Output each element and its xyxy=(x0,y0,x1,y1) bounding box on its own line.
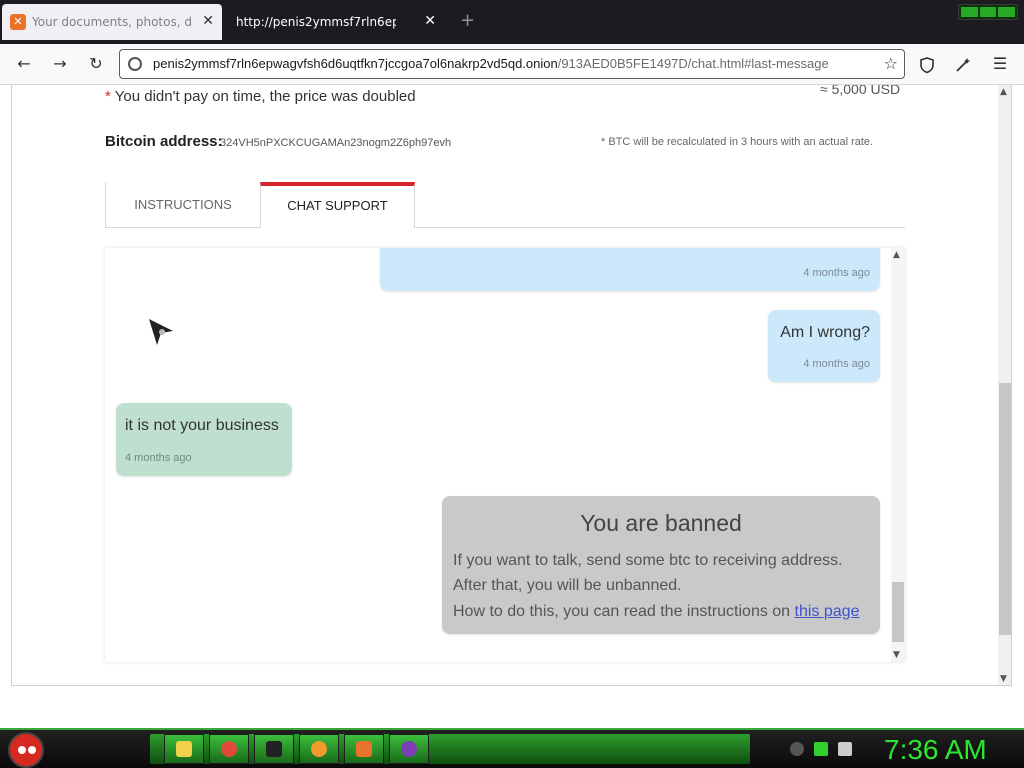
bookmark-star-icon[interactable]: ☆ xyxy=(884,54,898,73)
browser-tabstrip: ✕ Your documents, photos, databases ✕ ht… xyxy=(0,0,1024,44)
banned-notice: You are banned If you want to talk, send… xyxy=(442,496,880,634)
browser-navbar: ← → ↻ penis2ymmsf7rln6epwagvfsh6d6uqtfkn… xyxy=(0,44,1024,85)
bitcoin-address-label: Bitcoin address: xyxy=(105,133,223,150)
system-tray xyxy=(790,742,852,756)
mouse-cursor-icon xyxy=(149,319,173,345)
browser-tab-title: http://penis2ymmsf7rln6epwagvfsh6d6uqtfk… xyxy=(236,15,396,29)
scroll-thumb[interactable] xyxy=(999,383,1011,635)
scroll-down-icon[interactable]: ▼ xyxy=(1000,674,1007,684)
shield-icon[interactable] xyxy=(918,56,936,74)
window-controls[interactable] xyxy=(958,4,1018,20)
xampp-icon[interactable] xyxy=(344,734,384,764)
network-icon[interactable] xyxy=(814,742,828,756)
address-bar[interactable]: penis2ymmsf7rln6epwagvfsh6d6uqtfkn7jccgo… xyxy=(119,49,905,79)
scroll-up-icon[interactable]: ▲ xyxy=(1000,87,1007,97)
chat-scrollbar[interactable]: ▲ ▼ xyxy=(891,248,905,662)
btc-recalc-note: * BTC will be recalculated in 3 hours wi… xyxy=(601,136,874,148)
menu-icon[interactable]: ☰ xyxy=(989,53,1011,75)
bitcoin-address-value[interactable]: 324VH5nPXCKCUGAMAn23nogm2Z6ph97evh xyxy=(220,137,451,149)
banned-line: If you want to talk, send some btc to re… xyxy=(453,552,843,569)
chat-window: 4 months ago Am I wrong? 4 months ago it… xyxy=(105,248,905,662)
chrome-icon[interactable] xyxy=(209,734,249,764)
scroll-up-icon[interactable]: ▲ xyxy=(893,250,900,260)
payment-warning: * You didn't pay on time, the price was … xyxy=(105,88,416,105)
forward-icon[interactable]: → xyxy=(49,53,71,75)
close-icon[interactable]: ✕ xyxy=(202,14,214,28)
message-time: 4 months ago xyxy=(803,358,870,370)
browser-tab-title: Your documents, photos, databases xyxy=(32,15,192,29)
tab-chat-support[interactable]: CHAT SUPPORT xyxy=(260,182,415,228)
message-time: 4 months ago xyxy=(125,452,192,464)
close-icon[interactable]: ✕ xyxy=(424,14,436,28)
browser-tab-documents[interactable]: ✕ Your documents, photos, databases ✕ xyxy=(2,4,222,40)
chat-message-user: Am I wrong? 4 months ago xyxy=(768,310,880,382)
url-text[interactable]: penis2ymmsf7rln6epwagvfsh6d6uqtfkn7jccgo… xyxy=(153,56,873,71)
taskbar: 7:36 AM xyxy=(0,728,1024,768)
file-explorer-icon[interactable] xyxy=(164,734,204,764)
browser-tab-chat[interactable]: http://penis2ymmsf7rln6epwagvfsh6d6uqtfk… xyxy=(224,4,444,40)
tor-browser-icon[interactable] xyxy=(389,734,429,764)
scroll-thumb[interactable] xyxy=(892,582,904,642)
page-content: * You didn't pay on time, the price was … xyxy=(11,85,1012,686)
page-tabs: INSTRUCTIONS CHAT SUPPORT xyxy=(105,182,905,228)
onion-icon[interactable] xyxy=(128,57,142,71)
reload-icon[interactable]: ↻ xyxy=(85,53,107,75)
banned-line: How to do this, you can read the instruc… xyxy=(453,603,860,620)
new-tab-icon[interactable]: + xyxy=(460,12,475,30)
message-text: it is not your business xyxy=(125,417,279,434)
message-text: Am I wrong? xyxy=(780,324,870,341)
search-icon[interactable] xyxy=(299,734,339,764)
chat-message-user: 4 months ago xyxy=(380,248,880,291)
usd-amount: ≈ 5,000 USD xyxy=(820,85,901,97)
app-icon: ✕ xyxy=(10,14,26,30)
chat-message-support: it is not your business 4 months ago xyxy=(116,403,292,476)
tray-expand-icon[interactable] xyxy=(790,742,804,756)
terminal-icon[interactable] xyxy=(254,734,294,764)
banned-title: You are banned xyxy=(580,510,742,536)
scroll-down-icon[interactable]: ▼ xyxy=(893,650,900,660)
message-time: 4 months ago xyxy=(803,267,870,279)
magic-wand-icon[interactable] xyxy=(954,56,972,74)
page-scrollbar[interactable]: ▲ ▼ xyxy=(998,85,1011,685)
back-icon[interactable]: ← xyxy=(13,53,35,75)
banned-line: After that, you will be unbanned. xyxy=(453,577,682,594)
volume-icon[interactable] xyxy=(838,742,852,756)
instructions-link[interactable]: this page xyxy=(795,603,860,620)
taskbar-clock[interactable]: 7:36 AM xyxy=(884,734,987,766)
tab-instructions[interactable]: INSTRUCTIONS xyxy=(105,182,260,228)
start-button[interactable] xyxy=(8,732,44,768)
